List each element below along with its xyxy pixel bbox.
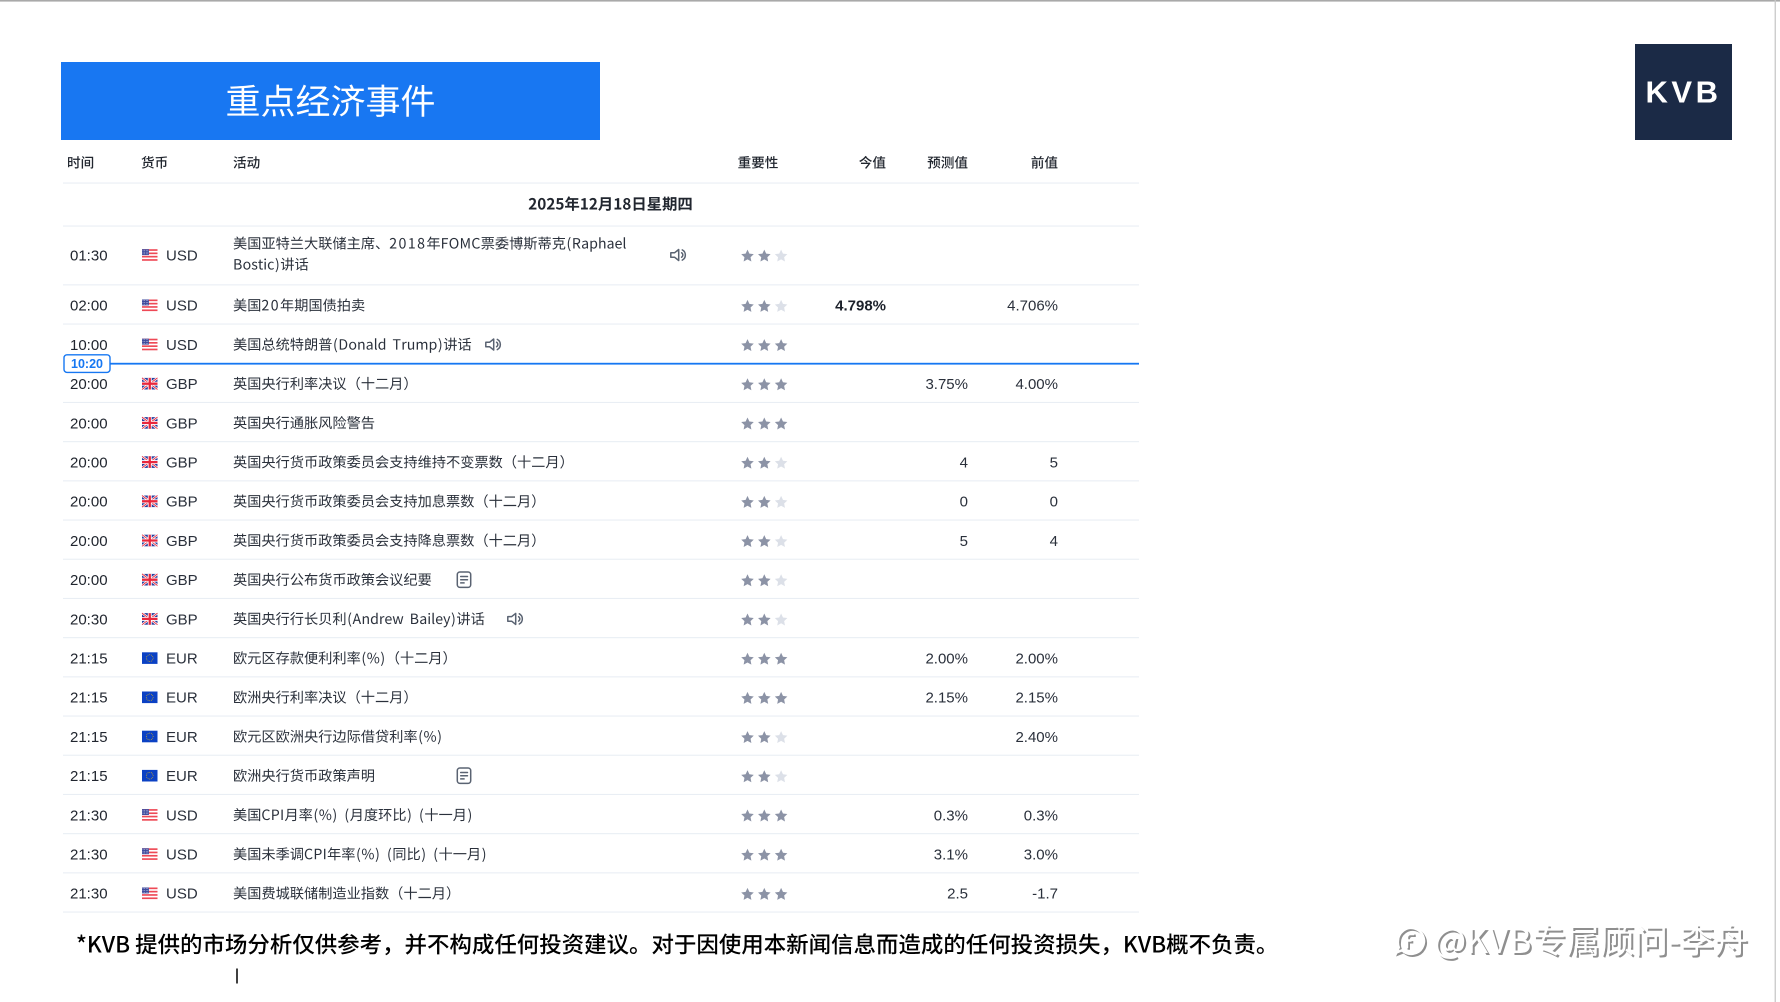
svg-text:01:30: 01:30 <box>70 247 108 264</box>
svg-text:EUR: EUR <box>166 768 198 785</box>
svg-text:USD: USD <box>166 337 198 354</box>
svg-text:21:15: 21:15 <box>70 690 108 707</box>
svg-text:GBP: GBP <box>166 455 198 472</box>
svg-text:10:20: 10:20 <box>71 357 103 371</box>
svg-text:10:00: 10:00 <box>70 337 108 354</box>
svg-text:20:00: 20:00 <box>70 376 108 393</box>
svg-text:20:00: 20:00 <box>70 455 108 472</box>
svg-text:4: 4 <box>1050 533 1058 550</box>
svg-text:GBP: GBP <box>166 572 198 589</box>
svg-text:2.15%: 2.15% <box>925 690 968 707</box>
svg-text:3.1%: 3.1% <box>934 847 968 864</box>
svg-text:GBP: GBP <box>166 415 198 432</box>
svg-text:USD: USD <box>166 807 198 824</box>
svg-text:GBP: GBP <box>166 494 198 511</box>
svg-text:4.798%: 4.798% <box>835 298 886 315</box>
svg-text:2.15%: 2.15% <box>1015 690 1058 707</box>
svg-text:20:00: 20:00 <box>70 533 108 550</box>
svg-text:20:30: 20:30 <box>70 611 108 628</box>
svg-text:21:30: 21:30 <box>70 886 108 903</box>
svg-text:3.0%: 3.0% <box>1024 847 1058 864</box>
svg-text:2.00%: 2.00% <box>1015 651 1058 668</box>
svg-text:EUR: EUR <box>166 729 198 746</box>
svg-text:GBP: GBP <box>166 533 198 550</box>
svg-text:21:15: 21:15 <box>70 729 108 746</box>
svg-text:21:15: 21:15 <box>70 651 108 668</box>
svg-text:2.00%: 2.00% <box>925 651 968 668</box>
svg-text:0: 0 <box>960 494 968 511</box>
svg-text:4: 4 <box>960 455 968 472</box>
svg-text:4.706%: 4.706% <box>1007 298 1058 315</box>
svg-text:USD: USD <box>166 886 198 903</box>
svg-text:02:00: 02:00 <box>70 298 108 315</box>
svg-text:0.3%: 0.3% <box>1024 807 1058 824</box>
svg-text:2.40%: 2.40% <box>1015 729 1058 746</box>
svg-text:KVB: KVB <box>1646 75 1722 110</box>
svg-text:5: 5 <box>1050 455 1058 472</box>
svg-text:USD: USD <box>166 298 198 315</box>
svg-text:21:30: 21:30 <box>70 847 108 864</box>
svg-text:3.75%: 3.75% <box>925 376 968 393</box>
svg-text:GBP: GBP <box>166 376 198 393</box>
svg-text:20:00: 20:00 <box>70 572 108 589</box>
svg-text:2.5: 2.5 <box>947 886 968 903</box>
svg-text:USD: USD <box>166 847 198 864</box>
svg-text:0: 0 <box>1050 494 1058 511</box>
svg-text:USD: USD <box>166 247 198 264</box>
svg-text:-1.7: -1.7 <box>1032 886 1058 903</box>
svg-text:20:00: 20:00 <box>70 494 108 511</box>
svg-text:0.3%: 0.3% <box>934 807 968 824</box>
svg-text:21:30: 21:30 <box>70 807 108 824</box>
svg-text:5: 5 <box>960 533 968 550</box>
svg-text:EUR: EUR <box>166 690 198 707</box>
svg-text:4.00%: 4.00% <box>1015 376 1058 393</box>
svg-text:21:15: 21:15 <box>70 768 108 785</box>
svg-text:EUR: EUR <box>166 651 198 668</box>
svg-text:GBP: GBP <box>166 611 198 628</box>
svg-text:20:00: 20:00 <box>70 415 108 432</box>
